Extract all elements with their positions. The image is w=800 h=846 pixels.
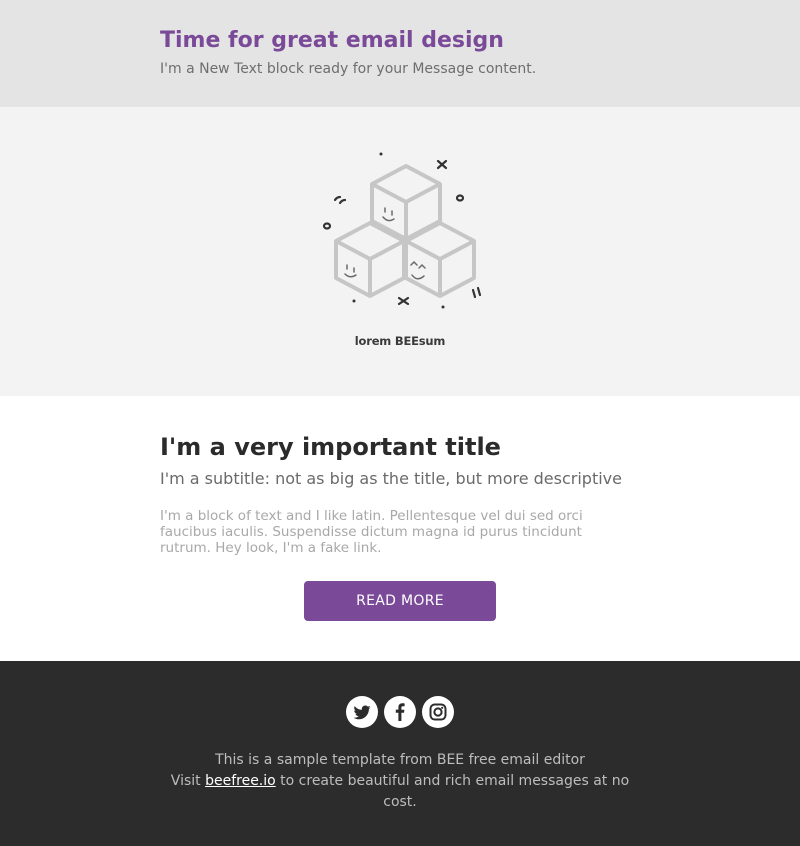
- cube-stack-icon: [322, 152, 482, 309]
- facebook-icon[interactable]: [384, 696, 416, 728]
- footer-line2: to create beautiful and rich email messa…: [280, 773, 630, 810]
- instagram-icon[interactable]: [422, 696, 454, 728]
- logo-text: lorem BEEsum: [354, 334, 446, 348]
- footer-visit: Visit: [170, 773, 201, 789]
- beefree-link[interactable]: beefree.io: [205, 773, 276, 789]
- content-body: I'm a block of text and I like latin. Pe…: [160, 508, 583, 556]
- hero-section: lorem BEEsum: [0, 107, 800, 396]
- header-title: Time for great email design: [160, 28, 504, 53]
- email-footer: This is a sample template from BEE free …: [0, 661, 800, 846]
- header-text: I'm a New Text block ready for your Mess…: [160, 61, 537, 77]
- content-title: I'm a very important title: [160, 433, 501, 461]
- footer-line1: This is a sample template from BEE free …: [215, 752, 585, 768]
- content-subtitle: I'm a subtitle: not as big as the title,…: [160, 469, 622, 488]
- email-header: Time for great email design I'm a New Te…: [0, 0, 800, 107]
- twitter-icon[interactable]: [346, 696, 378, 728]
- read-more-button[interactable]: READ MORE: [304, 581, 496, 621]
- content-section: I'm a very important title I'm a subtitl…: [0, 396, 800, 661]
- footer-text: This is a sample template from BEE free …: [160, 750, 640, 813]
